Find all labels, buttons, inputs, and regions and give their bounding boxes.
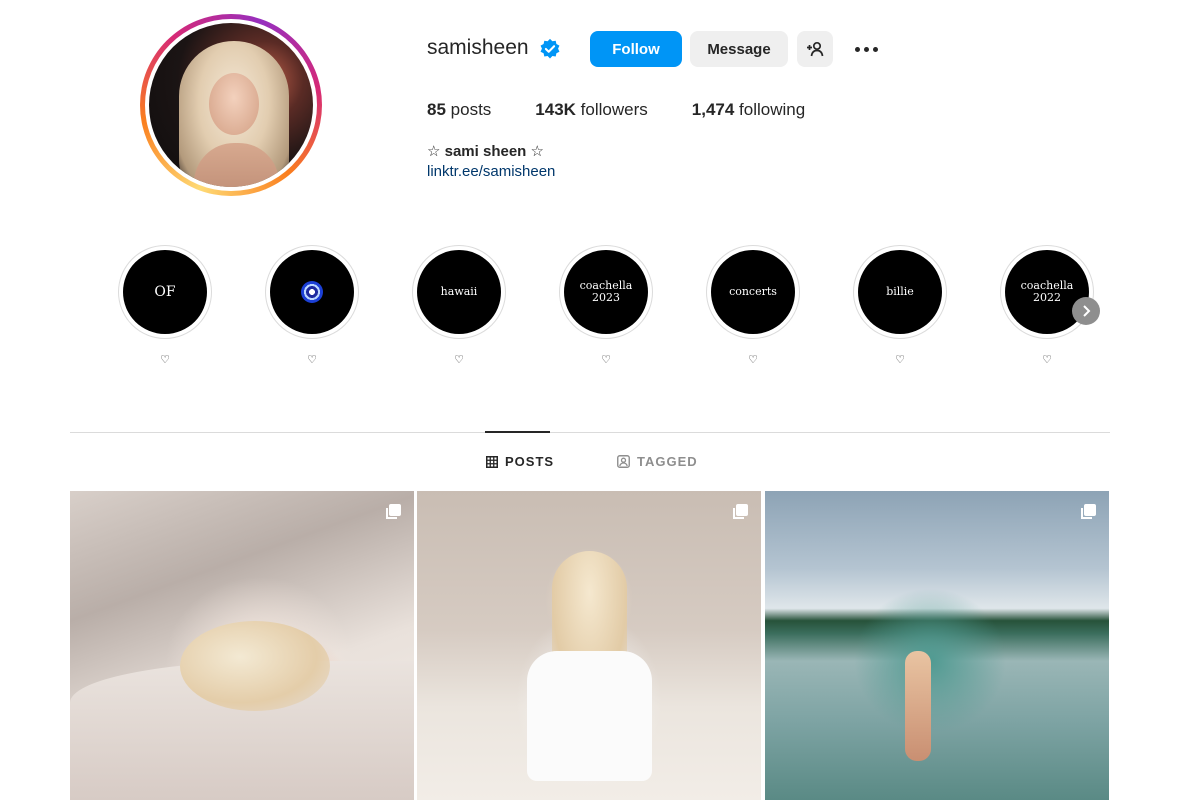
post-image-subject [905,651,931,761]
highlight-label: ♡ [307,354,317,366]
chevron-right-icon [1083,305,1091,317]
followers-count: 143K [535,100,576,119]
grid-icon [486,455,498,468]
more-dot [872,46,878,52]
tab-tagged-label: TAGGED [637,454,698,469]
tab-tagged[interactable]: TAGGED [617,454,698,469]
follow-button[interactable]: Follow [590,31,682,67]
followers-label: followers [580,100,648,119]
highlight-title-area [270,250,354,334]
tabs-divider [70,432,1110,433]
highlight-item[interactable]: billie ♡ [853,245,947,366]
highlight-item[interactable]: ♡ [265,245,359,366]
profile-username: samisheen [427,36,529,59]
tab-posts-label: POSTS [505,454,555,469]
highlight-title: concerts [711,250,795,334]
avatar-face [209,73,259,135]
profile-stats: 85 posts 143K followers 1,474 following [427,100,849,120]
highlight-cover: billie [853,245,947,339]
highlight-label: ♡ [454,354,464,366]
avatar-ring-gap [145,19,317,191]
tagged-user-icon [617,455,630,468]
post-thumbnail[interactable] [417,491,761,800]
highlight-item[interactable]: hawaii ♡ [412,245,506,366]
highlight-label: ♡ [748,354,758,366]
highlight-item[interactable]: coachella 2023 ♡ [559,245,653,366]
posts-count: 85 [427,100,446,119]
posts-stat: 85 posts [427,100,491,120]
suggested-accounts-button[interactable] [797,31,833,67]
highlight-title: coachella 2023 [564,250,648,334]
post-thumbnail[interactable] [765,491,1109,800]
add-user-icon [807,41,824,57]
highlight-label: ♡ [1042,354,1052,366]
following-count: 1,474 [691,100,735,119]
highlights-next-button[interactable] [1072,297,1100,325]
highlight-cover [265,245,359,339]
highlight-title: OF [123,250,207,334]
profile-avatar[interactable] [140,14,322,196]
avatar-image [149,23,313,187]
more-options-button[interactable] [848,36,884,62]
highlight-title: hawaii [417,250,501,334]
post-image-subject [180,621,330,711]
highlight-cover: coachella 2022 [1000,245,1094,339]
carousel-icon [1081,504,1096,519]
profile-full-name: ☆ sami sheen ☆ [427,143,544,160]
highlight-item[interactable]: concerts ♡ [706,245,800,366]
verified-badge-icon [540,38,560,59]
following-stat[interactable]: 1,474 following [692,100,805,120]
message-button[interactable]: Message [690,31,788,67]
highlight-label: ♡ [895,354,905,366]
highlight-label: ♡ [160,354,170,366]
highlight-item[interactable]: OF ♡ [118,245,212,366]
tab-posts[interactable]: POSTS [486,454,554,469]
highlight-label: ♡ [601,354,611,366]
carousel-icon [386,504,401,519]
followers-stat[interactable]: 143K followers [535,100,647,120]
following-label: following [739,100,806,119]
bio-link[interactable]: linktr.ee/samisheen [427,163,555,180]
posts-label: posts [450,100,492,119]
more-dot [863,46,869,52]
highlight-cover: coachella 2023 [559,245,653,339]
highlight-cover: hawaii [412,245,506,339]
active-tab-indicator [485,431,550,433]
post-image-shirt [527,651,652,781]
highlight-title: billie [858,250,942,334]
carousel-icon [733,504,748,519]
highlight-cover: concerts [706,245,800,339]
post-thumbnail[interactable] [70,491,414,800]
highlight-cover: OF [118,245,212,339]
more-dot [854,46,860,52]
evil-eye-icon [301,281,323,303]
